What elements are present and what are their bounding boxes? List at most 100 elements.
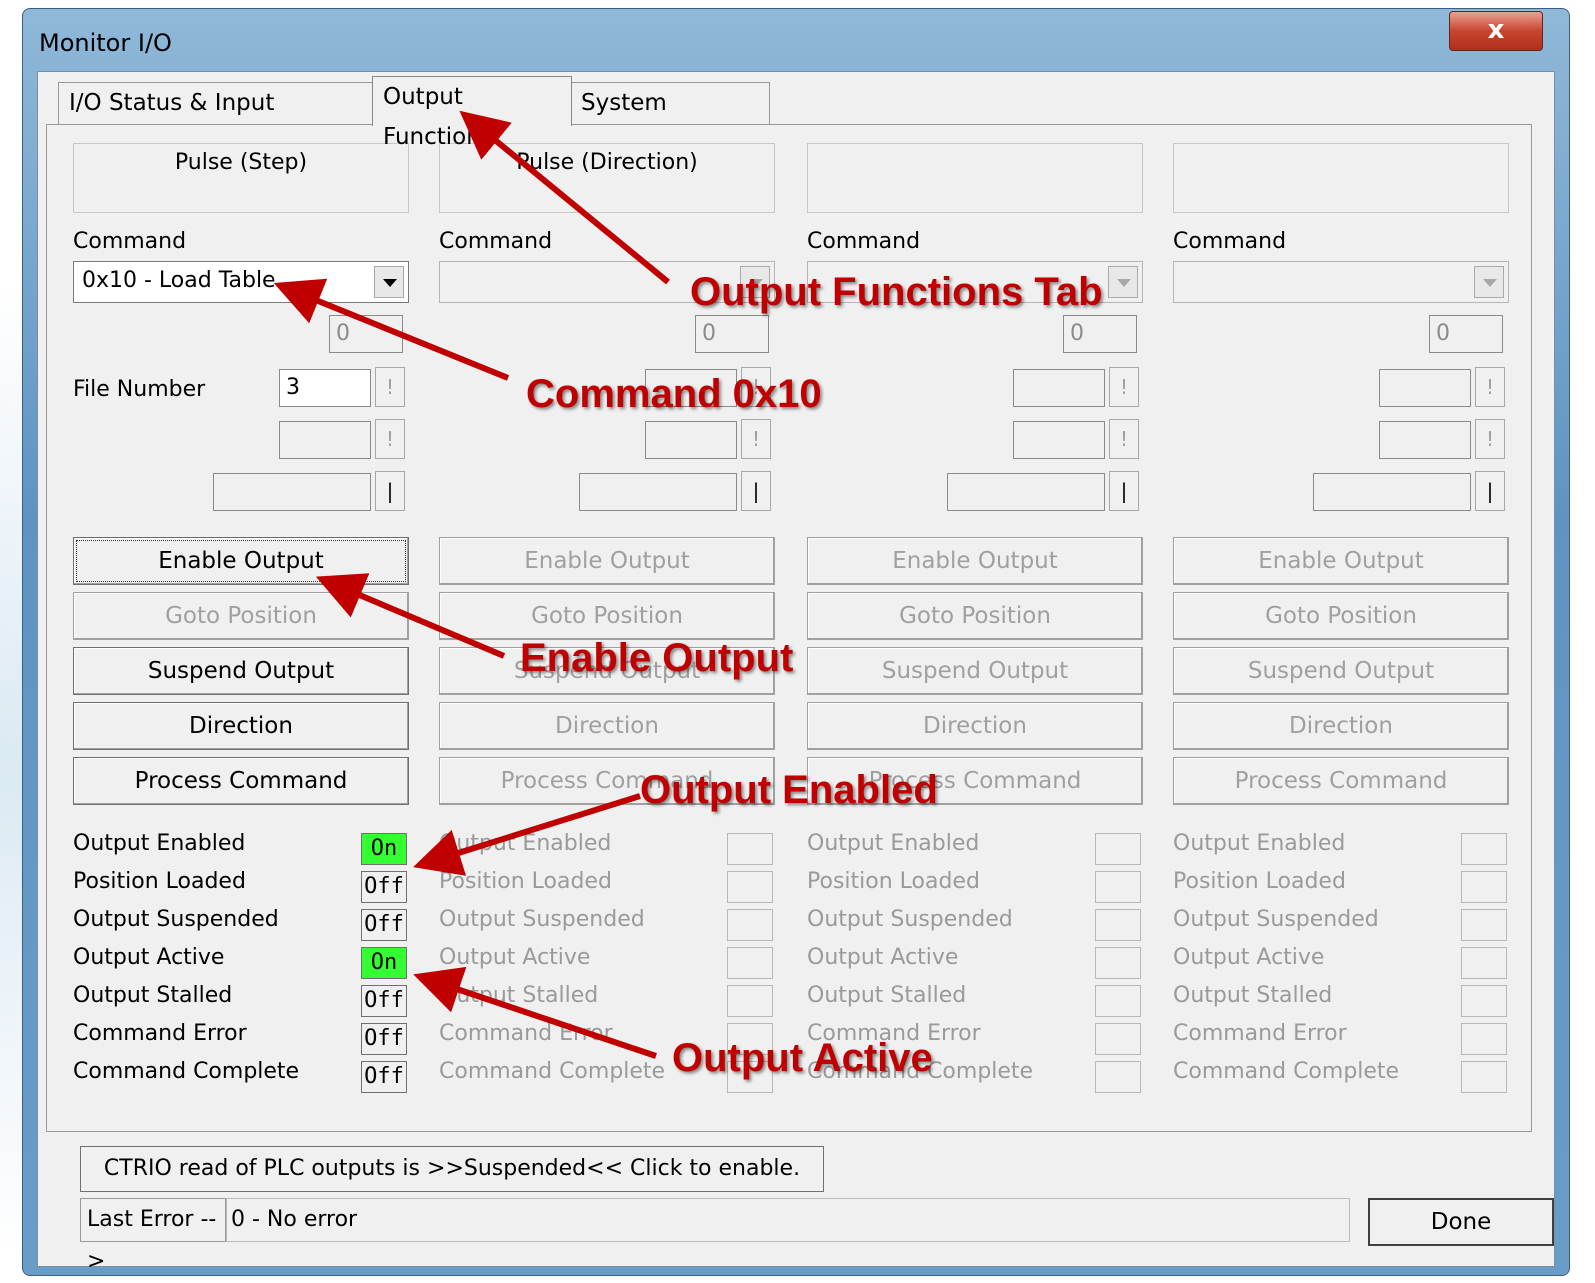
enable-output-button[interactable]: Enable Output (73, 537, 409, 585)
file-number-input[interactable] (1013, 369, 1105, 407)
set-button[interactable]: | (375, 471, 405, 511)
status-label-output-enabled: Output Enabled (1173, 831, 1346, 856)
tab-io-status-input-functions[interactable]: I/O Status & Input Functions (58, 82, 374, 156)
process-command-button[interactable]: Process Command (73, 757, 409, 805)
status-indicator-output-active (1461, 947, 1507, 979)
status-indicator-command-error (1095, 1023, 1141, 1055)
apply-button[interactable]: ! (1475, 419, 1505, 459)
status-indicator-output-stalled (1095, 985, 1141, 1017)
status-label-output-suspended: Output Suspended (807, 907, 1013, 932)
status-indicator-position-loaded (1095, 871, 1141, 903)
command-dropdown[interactable]: 0x10 - Load Table (73, 261, 409, 303)
set-button[interactable]: | (741, 471, 771, 511)
command-label: Command (439, 229, 553, 254)
apply-button[interactable]: ! (741, 419, 771, 459)
status-label-command-error: Command Error (1173, 1021, 1347, 1046)
chevron-down-icon[interactable] (374, 266, 404, 298)
parameter-input-2[interactable] (279, 421, 371, 459)
annotation-output-functions-tab: Output Functions Tab (690, 270, 1103, 314)
command-dropdown[interactable] (1173, 261, 1509, 303)
dialog-client-area: I/O Status & Input Functions Output Func… (37, 71, 1555, 1274)
status-indicator-output-enabled (1095, 833, 1141, 865)
parameter-input-3[interactable] (579, 473, 737, 511)
enable-output-button[interactable]: Enable Output (807, 537, 1143, 585)
ctrio-read-toggle-button[interactable]: CTRIO read of PLC outputs is >>Suspended… (80, 1146, 824, 1192)
goto-position-button[interactable]: Goto Position (439, 592, 775, 640)
status-indicator-output-enabled (1461, 833, 1507, 865)
goto-position-button[interactable]: Goto Position (807, 592, 1143, 640)
apply-button[interactable]: ! (1109, 367, 1139, 407)
last-error-label: Last Error --> (80, 1198, 226, 1274)
status-indicator-output-enabled (727, 833, 773, 865)
direction-button[interactable]: Direction (807, 702, 1143, 750)
parameter-field[interactable]: 0 (695, 315, 769, 353)
enable-output-button[interactable]: Enable Output (439, 537, 775, 585)
status-label-output-active: Output Active (73, 945, 225, 970)
direction-button[interactable]: Direction (1173, 702, 1509, 750)
file-number-input[interactable] (1379, 369, 1471, 407)
parameter-input-3[interactable] (213, 473, 371, 511)
suspend-output-button[interactable]: Suspend Output (73, 647, 409, 695)
command-label: Command (807, 229, 921, 254)
parameter-input-3[interactable] (1313, 473, 1471, 511)
status-indicator-output-suspended (1095, 909, 1141, 941)
tab-output-functions[interactable]: Output Functions (372, 76, 572, 150)
status-label-position-loaded: Position Loaded (73, 869, 246, 894)
monitor-io-dialog: Monitor I/O x I/O Status & Input Functio… (22, 8, 1570, 1276)
status-indicator-output-active (1095, 947, 1141, 979)
status-indicator-output-suspended (1461, 909, 1507, 941)
set-button[interactable]: | (1475, 471, 1505, 511)
parameter-input-2[interactable] (1379, 421, 1471, 459)
suspend-output-button[interactable]: Suspend Output (1173, 647, 1509, 695)
goto-position-button[interactable]: Goto Position (1173, 592, 1509, 640)
window-title: Monitor I/O (39, 29, 172, 57)
title-bar[interactable]: Monitor I/O x (23, 9, 1569, 73)
status-indicator-command-error (1461, 1023, 1507, 1055)
status-label-output-enabled: Output Enabled (807, 831, 980, 856)
status-indicator-position-loaded: Off (361, 871, 407, 903)
chevron-down-icon[interactable] (1474, 266, 1504, 298)
output-header: Pulse (Step) (73, 143, 409, 213)
set-button[interactable]: | (1109, 471, 1139, 511)
annotation-output-active: Output Active (672, 1036, 933, 1080)
status-label-position-loaded: Position Loaded (807, 869, 980, 894)
status-label-position-loaded: Position Loaded (439, 869, 612, 894)
output-header (1173, 143, 1509, 213)
apply-button[interactable]: ! (1109, 419, 1139, 459)
output-header (807, 143, 1143, 213)
chevron-down-icon[interactable] (1108, 266, 1138, 298)
status-indicator-output-stalled: Off (361, 985, 407, 1017)
tab-system-functions[interactable]: System Functions (570, 82, 770, 156)
status-label-command-complete: Command Complete (73, 1059, 300, 1084)
file-number-input[interactable]: 3 (279, 369, 371, 407)
parameter-field[interactable]: 0 (329, 315, 403, 353)
command-selected-value: 0x10 - Load Table (82, 268, 276, 293)
done-button[interactable]: Done (1368, 1198, 1554, 1246)
direction-button[interactable]: Direction (439, 702, 775, 750)
close-button[interactable]: x (1449, 11, 1543, 51)
status-label-output-stalled: Output Stalled (1173, 983, 1333, 1008)
apply-button[interactable]: ! (375, 367, 405, 407)
file-number-label: File Number (73, 377, 206, 402)
status-indicator-output-suspended (727, 909, 773, 941)
process-command-button[interactable]: Process Command (1173, 757, 1509, 805)
status-label-output-active: Output Active (439, 945, 591, 970)
status-label-command-error: Command Error (73, 1021, 247, 1046)
parameter-field[interactable]: 0 (1429, 315, 1503, 353)
parameter-input-2[interactable] (645, 421, 737, 459)
status-indicator-output-stalled (727, 985, 773, 1017)
enable-output-button[interactable]: Enable Output (1173, 537, 1509, 585)
direction-button[interactable]: Direction (73, 702, 409, 750)
apply-button[interactable]: ! (1475, 367, 1505, 407)
status-indicator-command-complete (1095, 1061, 1141, 1093)
apply-button[interactable]: ! (375, 419, 405, 459)
status-indicator-output-suspended: Off (361, 909, 407, 941)
goto-position-button[interactable]: Goto Position (73, 592, 409, 640)
parameter-input-2[interactable] (1013, 421, 1105, 459)
parameter-field[interactable]: 0 (1063, 315, 1137, 353)
parameter-input-3[interactable] (947, 473, 1105, 511)
suspend-output-button[interactable]: Suspend Output (807, 647, 1143, 695)
status-label-output-enabled: Output Enabled (439, 831, 612, 856)
annotation-output-enabled: Output Enabled (640, 768, 938, 812)
status-label-command-complete: Command Complete (439, 1059, 666, 1084)
